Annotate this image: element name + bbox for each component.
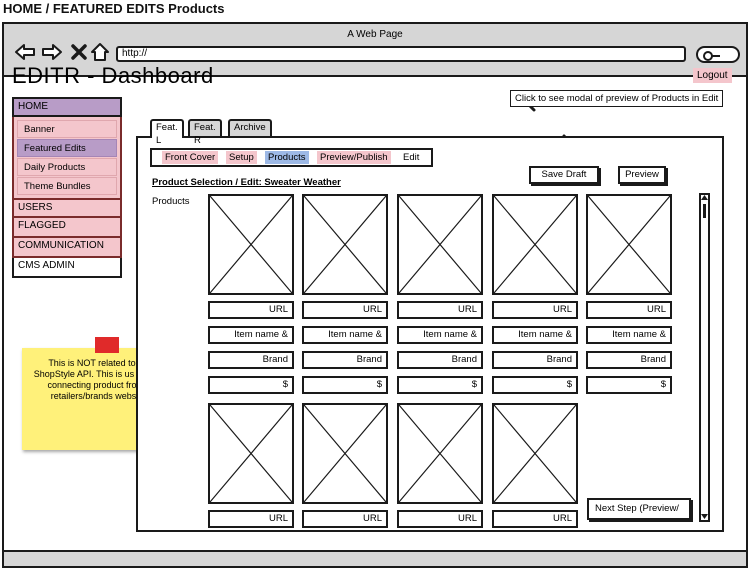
step-products[interactable]: Products xyxy=(265,151,309,164)
product-image-placeholder[interactable] xyxy=(397,194,483,295)
tab-feat-r[interactable]: Feat. R xyxy=(188,119,222,146)
product-price-field[interactable]: $ xyxy=(586,376,672,394)
scroll-up-icon[interactable] xyxy=(701,195,708,201)
tab-archive[interactable]: Archive xyxy=(228,119,272,136)
product-price-field[interactable]: $ xyxy=(492,376,578,394)
product-image-placeholder[interactable] xyxy=(302,194,388,295)
product-image-placeholder[interactable] xyxy=(492,403,578,504)
product-brand-field[interactable]: Brand xyxy=(302,351,388,369)
product-image-placeholder[interactable] xyxy=(586,194,672,295)
next-step-button[interactable]: Next Step (Preview/ xyxy=(587,498,691,520)
product-brand-field[interactable]: Brand xyxy=(397,351,483,369)
product-image-placeholder[interactable] xyxy=(492,194,578,295)
sidebar-subitem-daily-products[interactable]: Daily Products xyxy=(17,158,117,176)
sidebar: HOME Banner Featured Edits Daily Product… xyxy=(12,97,122,278)
scroll-thumb[interactable] xyxy=(703,204,706,218)
product-url-field[interactable]: URL xyxy=(302,510,388,528)
product-url-field[interactable]: URL xyxy=(397,510,483,528)
product-brand-field[interactable]: Brand xyxy=(208,351,294,369)
product-name-field[interactable]: Item name & xyxy=(492,326,578,344)
browser-search-input[interactable] xyxy=(696,46,740,63)
close-icon[interactable] xyxy=(70,42,90,62)
products-label: Products xyxy=(152,196,190,207)
tab-feat-l[interactable]: Feat. L xyxy=(150,119,184,146)
sidebar-item-flagged[interactable]: FLAGGED xyxy=(12,218,122,238)
sidebar-subitem-featured-edits[interactable]: Featured Edits xyxy=(17,139,117,157)
product-url-field[interactable]: URL xyxy=(208,301,294,319)
step-preview-publish[interactable]: Preview/Publish xyxy=(317,151,391,164)
product-url-field[interactable]: URL xyxy=(302,301,388,319)
content-scrollbar[interactable] xyxy=(699,193,710,522)
product-name-field[interactable]: Item name & xyxy=(302,326,388,344)
app-title: EDITR - Dashboard xyxy=(12,63,214,88)
product-url-field[interactable]: URL xyxy=(492,510,578,528)
sidebar-submenu: Banner Featured Edits Daily Products The… xyxy=(12,117,122,198)
product-name-field[interactable]: Item name & xyxy=(208,326,294,344)
window-title: A Web Page xyxy=(347,29,403,40)
product-url-field[interactable]: URL xyxy=(586,301,672,319)
step-front-cover[interactable]: Front Cover xyxy=(162,151,219,164)
page-title: HOME / FEATURED EDITS Products xyxy=(3,1,225,16)
product-url-field[interactable]: URL xyxy=(397,301,483,319)
sidebar-subitem-banner[interactable]: Banner xyxy=(17,120,117,138)
home-icon[interactable] xyxy=(90,42,110,62)
preview-tooltip: Click to see modal of preview of Product… xyxy=(510,90,724,107)
product-image-placeholder[interactable] xyxy=(208,194,294,295)
step-setup[interactable]: Setup xyxy=(226,151,257,164)
product-image-placeholder[interactable] xyxy=(397,403,483,504)
browser-status-bar xyxy=(4,550,746,566)
product-image-placeholder[interactable] xyxy=(208,403,294,504)
product-name-field[interactable]: Item name & xyxy=(586,326,672,344)
edit-steps-nav: Front Cover Setup Products Preview/Publi… xyxy=(150,148,433,167)
save-draft-button[interactable]: Save Draft xyxy=(529,166,599,184)
product-name-field[interactable]: Item name & xyxy=(397,326,483,344)
step-edit[interactable]: Edit xyxy=(400,151,422,164)
product-image-placeholder[interactable] xyxy=(302,403,388,504)
sidebar-item-users[interactable]: USERS xyxy=(12,198,122,218)
product-url-field[interactable]: URL xyxy=(208,510,294,528)
product-brand-field[interactable]: Brand xyxy=(492,351,578,369)
url-input[interactable]: http:// xyxy=(116,46,686,62)
product-brand-field[interactable]: Brand xyxy=(586,351,672,369)
product-price-field[interactable]: $ xyxy=(302,376,388,394)
logout-link[interactable]: Logout xyxy=(693,68,732,83)
sidebar-item-home[interactable]: HOME xyxy=(12,97,122,117)
forward-arrow-icon[interactable] xyxy=(41,42,62,62)
sidebar-subitem-theme-bundles[interactable]: Theme Bundles xyxy=(17,177,117,195)
sidebar-item-communication[interactable]: COMMUNICATION xyxy=(12,238,122,258)
product-price-field[interactable]: $ xyxy=(208,376,294,394)
sticky-tape xyxy=(95,337,119,353)
product-url-field[interactable]: URL xyxy=(492,301,578,319)
sidebar-item-cms-admin[interactable]: CMS ADMIN xyxy=(12,258,122,278)
scroll-down-icon[interactable] xyxy=(701,514,708,520)
back-arrow-icon[interactable] xyxy=(14,42,35,62)
section-title: Product Selection / Edit: Sweater Weathe… xyxy=(152,177,341,188)
search-icon xyxy=(703,51,720,61)
preview-button[interactable]: Preview xyxy=(618,166,666,184)
product-price-field[interactable]: $ xyxy=(397,376,483,394)
